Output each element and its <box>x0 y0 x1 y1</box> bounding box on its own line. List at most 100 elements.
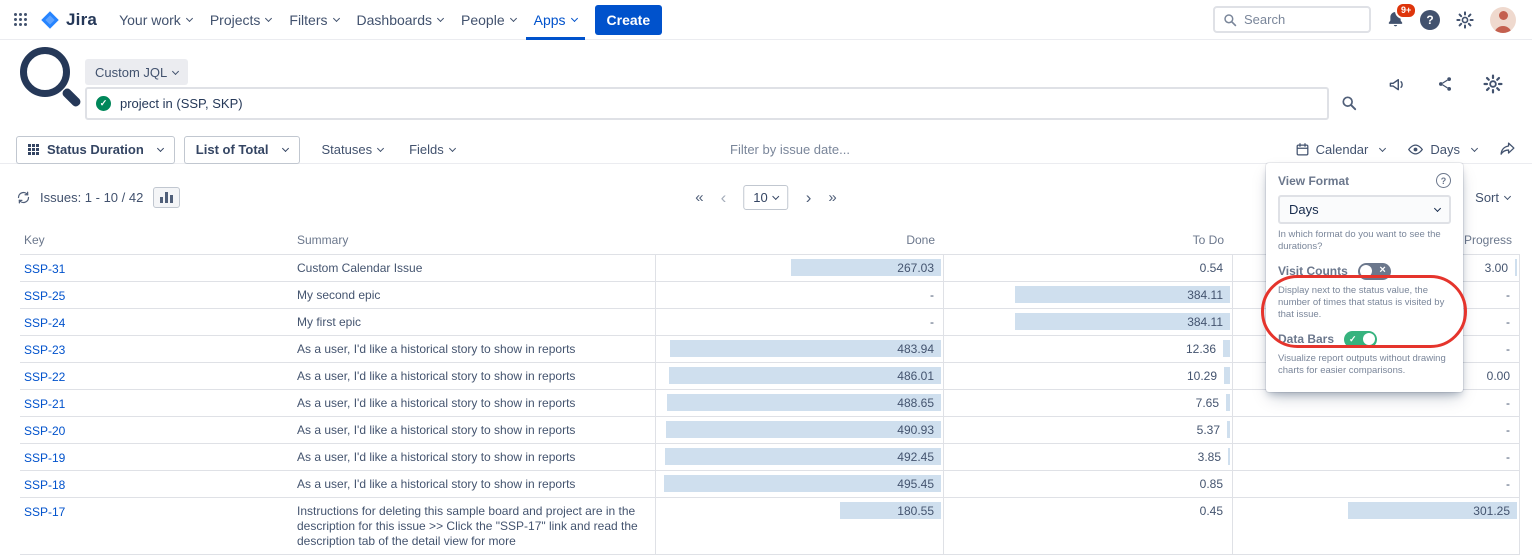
chart-view-button[interactable] <box>153 187 180 208</box>
todo-cell: 0.45 <box>943 498 1232 554</box>
issue-key-link[interactable]: SSP-21 <box>24 397 65 411</box>
sort-button[interactable]: Sort <box>1475 190 1516 205</box>
prev-page-button[interactable] <box>721 189 727 206</box>
fields-filter-button[interactable]: Fields <box>409 142 455 157</box>
chevron-down-icon <box>281 145 288 152</box>
toggle-knob <box>1360 265 1372 277</box>
issues-count: Issues: 1 - 10 / 42 <box>40 190 143 205</box>
summary-cell: Custom Calendar Issue <box>293 255 655 281</box>
create-button[interactable]: Create <box>595 5 663 35</box>
in-progress-cell: - <box>1232 471 1520 497</box>
nav-label: Dashboards <box>357 12 433 28</box>
duration-value: - <box>1506 342 1510 356</box>
nav-your-work[interactable]: Your work <box>111 0 200 40</box>
issue-key-link[interactable]: SSP-24 <box>24 316 65 330</box>
issue-key-link[interactable]: SSP-25 <box>24 289 65 303</box>
nav-apps[interactable]: Apps <box>526 0 585 40</box>
chevron-down-icon <box>172 67 179 74</box>
next-page-button[interactable] <box>806 189 812 206</box>
view-mode-button[interactable]: List of Total <box>184 136 300 164</box>
data-bars-label: Data Bars <box>1278 332 1334 346</box>
query-mode-label: Custom JQL <box>95 65 167 80</box>
issue-key-link[interactable]: SSP-31 <box>24 262 65 276</box>
table-row: SSP-21As a user, I'd like a historical s… <box>20 390 1520 417</box>
settings-gear-icon[interactable] <box>1455 10 1475 30</box>
jql-query-input[interactable]: project in (SSP, SKP) <box>85 87 1329 120</box>
view-format-selected-value: Days <box>1289 202 1319 217</box>
issue-key-link[interactable]: SSP-23 <box>24 343 65 357</box>
duration-value: 3.85 <box>1198 450 1221 464</box>
data-bars-description: Visualize report outputs without drawing… <box>1278 353 1451 378</box>
pagination: 10 <box>695 182 837 212</box>
view-format-help-icon[interactable] <box>1436 173 1451 188</box>
chevron-down-icon <box>1471 145 1478 152</box>
duration-value: 180.55 <box>897 504 934 518</box>
duration-value: - <box>1506 450 1510 464</box>
nav-people[interactable]: People <box>453 0 524 40</box>
chevron-down-icon <box>773 192 780 199</box>
nav-filters[interactable]: Filters <box>281 0 346 40</box>
issue-key-link[interactable]: SSP-19 <box>24 451 65 465</box>
statuses-filter-button[interactable]: Statuses <box>322 142 384 157</box>
col-todo[interactable]: To Do <box>943 229 1232 254</box>
calendar-filter-button[interactable]: Calendar <box>1295 142 1386 157</box>
issue-key-link[interactable]: SSP-17 <box>24 505 65 519</box>
col-summary[interactable]: Summary <box>293 229 655 254</box>
todo-cell: 384.11 <box>943 282 1232 308</box>
todo-cell: 0.54 <box>943 255 1232 281</box>
col-key[interactable]: Key <box>20 229 293 254</box>
nav-dashboards[interactable]: Dashboards <box>349 0 452 40</box>
page-size-select[interactable]: 10 <box>743 185 788 210</box>
done-cell: 483.94 <box>655 336 943 362</box>
todo-cell: 10.29 <box>943 363 1232 389</box>
data-bars-toggle[interactable] <box>1344 331 1377 348</box>
date-filter-input[interactable]: Filter by issue date... <box>730 142 850 157</box>
chevron-down-icon <box>332 15 339 22</box>
issue-key-link[interactable]: SSP-22 <box>24 370 65 384</box>
share-view-icon[interactable] <box>1499 141 1516 158</box>
duration-value: 490.93 <box>897 423 934 437</box>
view-format-button[interactable]: Days <box>1407 141 1477 158</box>
summary-cell: My first epic <box>293 309 655 335</box>
fields-label: Fields <box>409 142 444 157</box>
duration-value: 384.11 <box>1187 288 1223 302</box>
global-search-input[interactable]: Search <box>1213 6 1371 33</box>
notifications-button[interactable]: 9+ <box>1386 10 1405 29</box>
app-switcher-icon[interactable] <box>14 13 28 27</box>
issue-key-link[interactable]: SSP-18 <box>24 478 65 492</box>
grid-icon <box>28 144 39 155</box>
key-cell: SSP-21 <box>20 390 293 416</box>
search-icon <box>1341 95 1357 111</box>
gear-icon <box>1482 73 1504 95</box>
first-page-button[interactable] <box>695 190 703 205</box>
announcement-icon[interactable] <box>1387 75 1408 94</box>
key-cell: SSP-31 <box>20 255 293 281</box>
refresh-icon[interactable] <box>16 190 31 205</box>
share-icon[interactable] <box>1436 75 1454 93</box>
visit-counts-description: Display next to the status value, the nu… <box>1278 285 1451 322</box>
nav-projects[interactable]: Projects <box>202 0 280 40</box>
duration-value: 267.03 <box>897 261 934 275</box>
run-query-search-icon[interactable] <box>1341 95 1357 111</box>
help-button[interactable] <box>1420 10 1440 30</box>
duration-value: 0.85 <box>1200 477 1223 491</box>
report-type-button[interactable]: Status Duration <box>16 136 175 164</box>
data-bar <box>1515 259 1517 276</box>
issue-key-link[interactable]: SSP-20 <box>24 424 65 438</box>
bar-chart-icon <box>160 197 163 203</box>
view-mode-label: List of Total <box>196 142 269 157</box>
report-settings-gear-icon[interactable] <box>1482 73 1504 95</box>
visit-counts-toggle[interactable] <box>1358 263 1391 280</box>
user-avatar[interactable] <box>1490 7 1516 33</box>
view-format-select[interactable]: Days <box>1278 195 1451 224</box>
col-done[interactable]: Done <box>655 229 943 254</box>
query-mode-dropdown[interactable]: Custom JQL <box>85 59 188 85</box>
done-cell: 488.65 <box>655 390 943 416</box>
done-cell: 180.55 <box>655 498 943 554</box>
jira-logo[interactable]: Jira <box>40 10 97 30</box>
chevron-down-icon <box>1434 205 1441 212</box>
done-cell: 495.45 <box>655 471 943 497</box>
last-page-button[interactable] <box>828 190 836 205</box>
in-progress-cell: - <box>1232 390 1520 416</box>
duration-value: - <box>1506 477 1510 491</box>
